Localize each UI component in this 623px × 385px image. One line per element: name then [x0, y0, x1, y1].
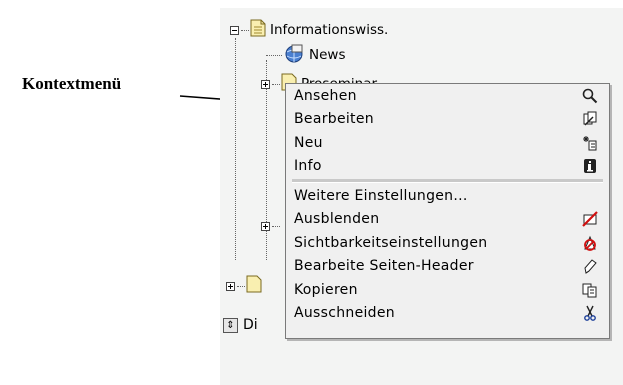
tree-node-news[interactable]: News	[266, 44, 345, 66]
context-menu: Ansehen Bearbeiten Neu Info Weitere Eins…	[285, 83, 610, 339]
tree-node-label[interactable]: News	[309, 47, 345, 63]
menu-item-neu[interactable]: Neu	[286, 131, 609, 155]
menu-item-label: Weitere Einstellungen...	[294, 187, 468, 204]
menu-separator	[292, 179, 603, 183]
bottom-action-row[interactable]: ⇕ Di	[223, 317, 258, 333]
menu-item-ansehen[interactable]: Ansehen	[286, 84, 609, 108]
tree-node-sibling[interactable]	[226, 275, 266, 297]
edit-pages-icon	[581, 110, 599, 128]
menu-item-label: Kopieren	[294, 281, 358, 298]
menu-item-kopieren[interactable]: Kopieren	[286, 278, 609, 302]
new-sparkle-icon	[581, 134, 599, 152]
menu-item-weitere-einstellungen[interactable]: Weitere Einstellungen...	[286, 184, 609, 208]
menu-item-info[interactable]: Info	[286, 155, 609, 179]
pen-icon	[581, 257, 599, 275]
page-icon	[246, 275, 262, 297]
collapse-icon[interactable]	[230, 25, 239, 35]
menu-item-label: Neu	[294, 134, 323, 151]
visibility-icon	[581, 234, 599, 252]
tree-connector	[266, 54, 282, 56]
tree-connector	[237, 285, 245, 287]
news-globe-icon	[283, 43, 305, 67]
menu-item-label: Sichtbarkeitseinstellungen	[294, 234, 488, 251]
menu-item-ausblenden[interactable]: Ausblenden	[286, 208, 609, 232]
info-icon	[581, 157, 599, 175]
page-icon	[250, 19, 266, 41]
menu-item-label: Bearbeiten	[294, 111, 374, 128]
scissors-icon	[581, 304, 599, 322]
magnifier-icon	[581, 87, 599, 105]
bottom-label: Di	[243, 317, 258, 333]
menu-item-label: Ansehen	[294, 87, 357, 104]
tree-connector	[272, 225, 280, 227]
tree-connector	[272, 83, 280, 85]
menu-item-label: Bearbeite Seiten-Header	[294, 258, 474, 275]
tree-node-hidden[interactable]	[261, 215, 281, 237]
tree-node-root[interactable]: Informationswiss.	[230, 19, 388, 41]
hide-icon	[581, 210, 599, 228]
menu-item-sichtbarkeitseinstellungen[interactable]: Sichtbarkeitseinstellungen	[286, 231, 609, 255]
menu-item-label: Ausblenden	[294, 211, 380, 228]
expand-icon[interactable]	[261, 221, 270, 231]
tree-guide-line	[235, 38, 236, 260]
menu-item-label: Ausschneiden	[294, 305, 395, 322]
sort-arrows-icon[interactable]: ⇕	[223, 317, 238, 333]
expand-icon[interactable]	[261, 79, 270, 89]
menu-item-bearbeite-seiten-header[interactable]: Bearbeite Seiten-Header	[286, 255, 609, 279]
tree-node-label[interactable]: Informationswiss.	[270, 22, 388, 38]
menu-item-bearbeiten[interactable]: Bearbeiten	[286, 108, 609, 132]
copy-icon	[581, 281, 599, 299]
expand-icon[interactable]	[226, 281, 235, 291]
menu-item-label: Info	[294, 158, 322, 175]
menu-item-ausschneiden[interactable]: Ausschneiden	[286, 302, 609, 326]
tree-connector	[241, 29, 249, 31]
